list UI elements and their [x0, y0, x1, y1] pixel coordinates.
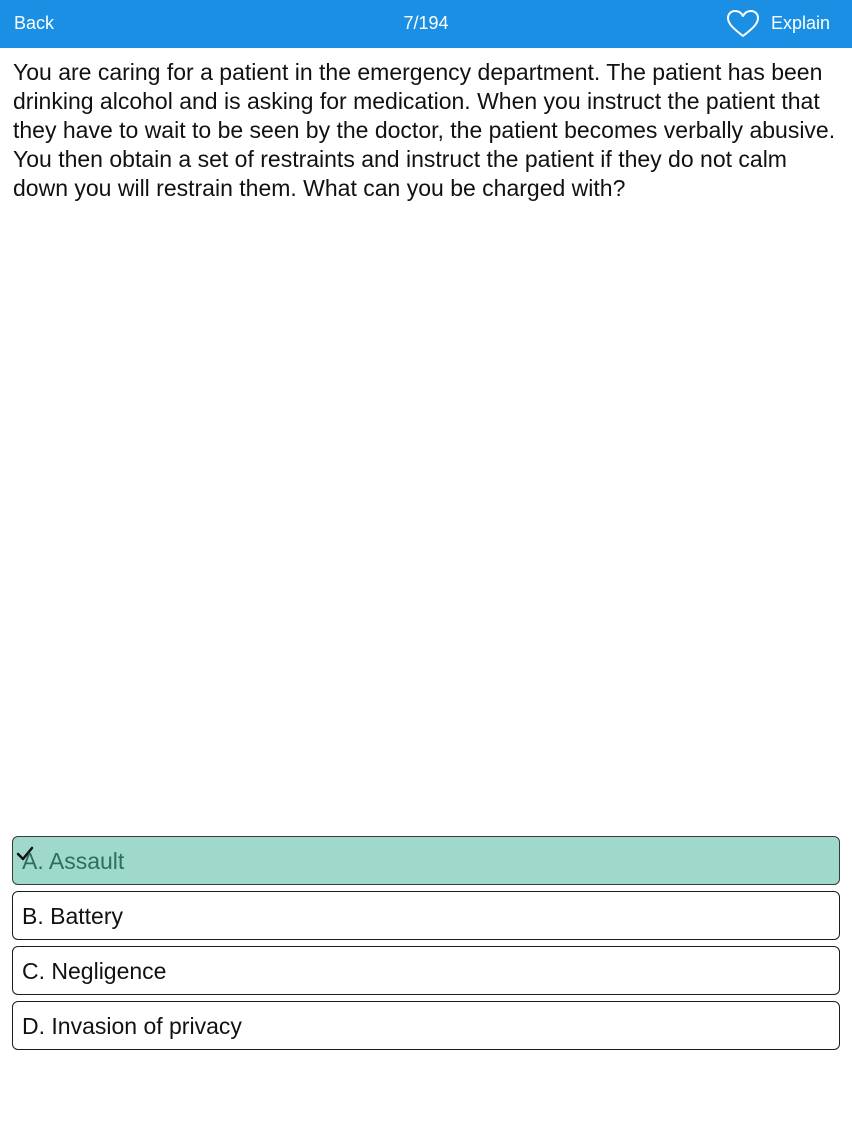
heart-outline-icon[interactable]	[726, 9, 760, 39]
answer-option-b[interactable]: B. Battery	[12, 891, 840, 940]
answer-label: A. Assault	[22, 848, 125, 874]
answer-label: D. Invasion of privacy	[22, 1013, 242, 1039]
answer-label: C. Negligence	[22, 958, 167, 984]
answer-option-a[interactable]: A. Assault	[12, 836, 840, 885]
answer-option-d[interactable]: D. Invasion of privacy	[12, 1001, 840, 1050]
answer-option-c[interactable]: C. Negligence	[12, 946, 840, 995]
answer-list: A. Assault B. Battery C. Negligence D. I…	[12, 836, 840, 1056]
question-text: You are caring for a patient in the emer…	[13, 59, 836, 201]
top-navigation-bar: Back 7/194 Explain	[0, 0, 852, 48]
explain-button[interactable]: Explain	[771, 13, 830, 34]
answer-label: B. Battery	[22, 903, 123, 929]
question-counter: 7/194	[403, 13, 449, 33]
